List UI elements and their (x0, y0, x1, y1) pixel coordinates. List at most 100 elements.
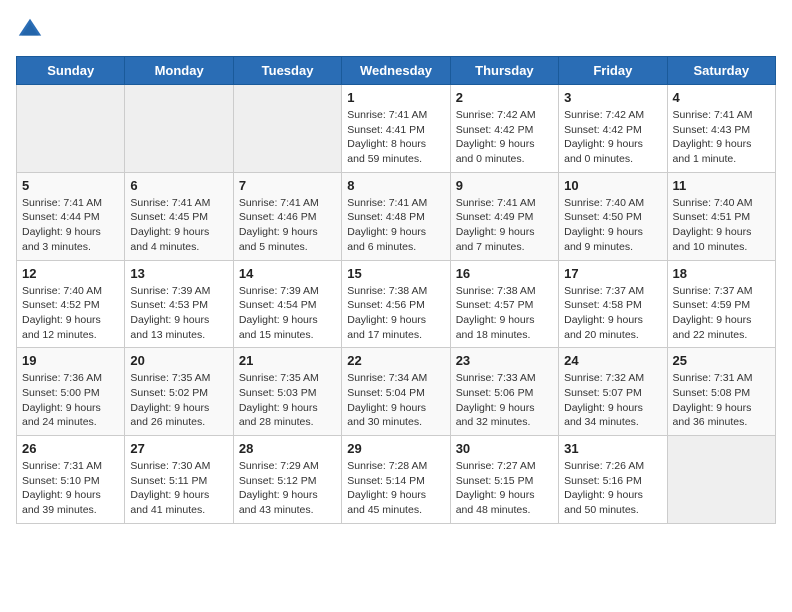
day-info: Sunrise: 7:35 AMSunset: 5:03 PMDaylight:… (239, 371, 336, 430)
calendar-week-2: 5Sunrise: 7:41 AMSunset: 4:44 PMDaylight… (17, 172, 776, 260)
calendar-week-3: 12Sunrise: 7:40 AMSunset: 4:52 PMDayligh… (17, 260, 776, 348)
day-number: 20 (130, 353, 227, 368)
day-info: Sunrise: 7:33 AMSunset: 5:06 PMDaylight:… (456, 371, 553, 430)
day-info: Sunrise: 7:41 AMSunset: 4:46 PMDaylight:… (239, 196, 336, 255)
day-number: 14 (239, 266, 336, 281)
day-info: Sunrise: 7:38 AMSunset: 4:57 PMDaylight:… (456, 284, 553, 343)
day-info: Sunrise: 7:37 AMSunset: 4:58 PMDaylight:… (564, 284, 661, 343)
day-info: Sunrise: 7:28 AMSunset: 5:14 PMDaylight:… (347, 459, 444, 518)
calendar-cell: 19 Sunrise: 7:36 AMSunset: 5:00 PMDayligh… (17, 348, 125, 436)
calendar-cell: 10 Sunrise: 7:40 AMSunset: 4:50 PMDayligh… (559, 172, 667, 260)
calendar-cell (233, 85, 341, 173)
day-number: 21 (239, 353, 336, 368)
day-number: 17 (564, 266, 661, 281)
calendar-cell: 12Sunrise: 7:40 AMSunset: 4:52 PMDayligh… (17, 260, 125, 348)
day-number: 8 (347, 178, 444, 193)
calendar-week-4: 19 Sunrise: 7:36 AMSunset: 5:00 PMDayligh… (17, 348, 776, 436)
day-info: Sunrise: 7:35 AMSunset: 5:02 PMDaylight:… (130, 371, 227, 430)
day-number: 30 (456, 441, 553, 456)
day-info: Sunrise: 7:39 AMSunset: 4:54 PMDaylight:… (239, 284, 336, 343)
day-header-thursday: Thursday (450, 57, 558, 85)
calendar-cell: 20 Sunrise: 7:35 AMSunset: 5:02 PMDayligh… (125, 348, 233, 436)
calendar-cell: 7Sunrise: 7:41 AMSunset: 4:46 PMDaylight… (233, 172, 341, 260)
day-header-friday: Friday (559, 57, 667, 85)
day-info: Sunrise: 7:30 AMSunset: 5:11 PMDaylight:… (130, 459, 227, 518)
calendar-cell: 24 Sunrise: 7:32 AMSunset: 5:07 PMDayligh… (559, 348, 667, 436)
page-header (16, 16, 776, 44)
calendar-cell: 11 Sunrise: 7:40 AMSunset: 4:51 PMDayligh… (667, 172, 775, 260)
calendar-cell: 27 Sunrise: 7:30 AMSunset: 5:11 PMDayligh… (125, 436, 233, 524)
calendar-cell: 8 Sunrise: 7:41 AMSunset: 4:48 PMDaylight… (342, 172, 450, 260)
calendar-cell: 26Sunrise: 7:31 AMSunset: 5:10 PMDayligh… (17, 436, 125, 524)
day-info: Sunrise: 7:41 AMSunset: 4:49 PMDaylight:… (456, 196, 553, 255)
calendar-week-5: 26Sunrise: 7:31 AMSunset: 5:10 PMDayligh… (17, 436, 776, 524)
calendar-cell: 5Sunrise: 7:41 AMSunset: 4:44 PMDaylight… (17, 172, 125, 260)
day-info: Sunrise: 7:26 AMSunset: 5:16 PMDaylight:… (564, 459, 661, 518)
calendar-week-1: 1 Sunrise: 7:41 AMSunset: 4:41 PMDaylight… (17, 85, 776, 173)
day-info: Sunrise: 7:29 AMSunset: 5:12 PMDaylight:… (239, 459, 336, 518)
calendar-table: SundayMondayTuesdayWednesdayThursdayFrid… (16, 56, 776, 524)
day-info: Sunrise: 7:40 AMSunset: 4:50 PMDaylight:… (564, 196, 661, 255)
day-number: 6 (130, 178, 227, 193)
day-header-saturday: Saturday (667, 57, 775, 85)
day-number: 10 (564, 178, 661, 193)
calendar-cell: 29 Sunrise: 7:28 AMSunset: 5:14 PMDayligh… (342, 436, 450, 524)
day-number: 4 (673, 90, 770, 105)
day-number: 24 (564, 353, 661, 368)
day-info: Sunrise: 7:37 AMSunset: 4:59 PMDaylight:… (673, 284, 770, 343)
calendar-cell (667, 436, 775, 524)
day-number: 29 (347, 441, 444, 456)
logo-icon (16, 16, 44, 44)
day-number: 19 (22, 353, 119, 368)
day-info: Sunrise: 7:31 AMSunset: 5:08 PMDaylight:… (673, 371, 770, 430)
calendar-cell: 1 Sunrise: 7:41 AMSunset: 4:41 PMDaylight… (342, 85, 450, 173)
calendar-cell (125, 85, 233, 173)
day-info: Sunrise: 7:39 AMSunset: 4:53 PMDaylight:… (130, 284, 227, 343)
day-header-monday: Monday (125, 57, 233, 85)
calendar-cell (17, 85, 125, 173)
logo (16, 16, 48, 44)
day-header-sunday: Sunday (17, 57, 125, 85)
day-info: Sunrise: 7:34 AMSunset: 5:04 PMDaylight:… (347, 371, 444, 430)
day-number: 1 (347, 90, 444, 105)
calendar-cell: 15 Sunrise: 7:38 AMSunset: 4:56 PMDayligh… (342, 260, 450, 348)
calendar-cell: 28Sunrise: 7:29 AMSunset: 5:12 PMDayligh… (233, 436, 341, 524)
calendar-cell: 17 Sunrise: 7:37 AMSunset: 4:58 PMDayligh… (559, 260, 667, 348)
day-number: 2 (456, 90, 553, 105)
day-number: 5 (22, 178, 119, 193)
day-number: 22 (347, 353, 444, 368)
day-number: 3 (564, 90, 661, 105)
day-info: Sunrise: 7:40 AMSunset: 4:52 PMDaylight:… (22, 284, 119, 343)
calendar-cell: 4 Sunrise: 7:41 AMSunset: 4:43 PMDaylight… (667, 85, 775, 173)
day-info: Sunrise: 7:41 AMSunset: 4:48 PMDaylight:… (347, 196, 444, 255)
calendar-cell: 31 Sunrise: 7:26 AMSunset: 5:16 PMDayligh… (559, 436, 667, 524)
day-number: 15 (347, 266, 444, 281)
day-number: 16 (456, 266, 553, 281)
day-number: 9 (456, 178, 553, 193)
calendar-cell: 21 Sunrise: 7:35 AMSunset: 5:03 PMDayligh… (233, 348, 341, 436)
day-number: 23 (456, 353, 553, 368)
calendar-cell: 22 Sunrise: 7:34 AMSunset: 5:04 PMDayligh… (342, 348, 450, 436)
calendar-cell: 3 Sunrise: 7:42 AMSunset: 4:42 PMDaylight… (559, 85, 667, 173)
day-number: 13 (130, 266, 227, 281)
day-info: Sunrise: 7:41 AMSunset: 4:41 PMDaylight:… (347, 108, 444, 167)
day-number: 27 (130, 441, 227, 456)
day-header-tuesday: Tuesday (233, 57, 341, 85)
days-header-row: SundayMondayTuesdayWednesdayThursdayFrid… (17, 57, 776, 85)
day-info: Sunrise: 7:38 AMSunset: 4:56 PMDaylight:… (347, 284, 444, 343)
day-number: 11 (673, 178, 770, 193)
day-info: Sunrise: 7:36 AMSunset: 5:00 PMDaylight:… (22, 371, 119, 430)
calendar-cell: 14 Sunrise: 7:39 AMSunset: 4:54 PMDayligh… (233, 260, 341, 348)
day-header-wednesday: Wednesday (342, 57, 450, 85)
day-info: Sunrise: 7:41 AMSunset: 4:43 PMDaylight:… (673, 108, 770, 167)
calendar-cell: 30Sunrise: 7:27 AMSunset: 5:15 PMDayligh… (450, 436, 558, 524)
day-info: Sunrise: 7:42 AMSunset: 4:42 PMDaylight:… (456, 108, 553, 167)
day-info: Sunrise: 7:42 AMSunset: 4:42 PMDaylight:… (564, 108, 661, 167)
day-number: 31 (564, 441, 661, 456)
day-number: 26 (22, 441, 119, 456)
day-info: Sunrise: 7:32 AMSunset: 5:07 PMDaylight:… (564, 371, 661, 430)
day-info: Sunrise: 7:40 AMSunset: 4:51 PMDaylight:… (673, 196, 770, 255)
day-number: 18 (673, 266, 770, 281)
day-info: Sunrise: 7:41 AMSunset: 4:45 PMDaylight:… (130, 196, 227, 255)
calendar-cell: 13 Sunrise: 7:39 AMSunset: 4:53 PMDayligh… (125, 260, 233, 348)
